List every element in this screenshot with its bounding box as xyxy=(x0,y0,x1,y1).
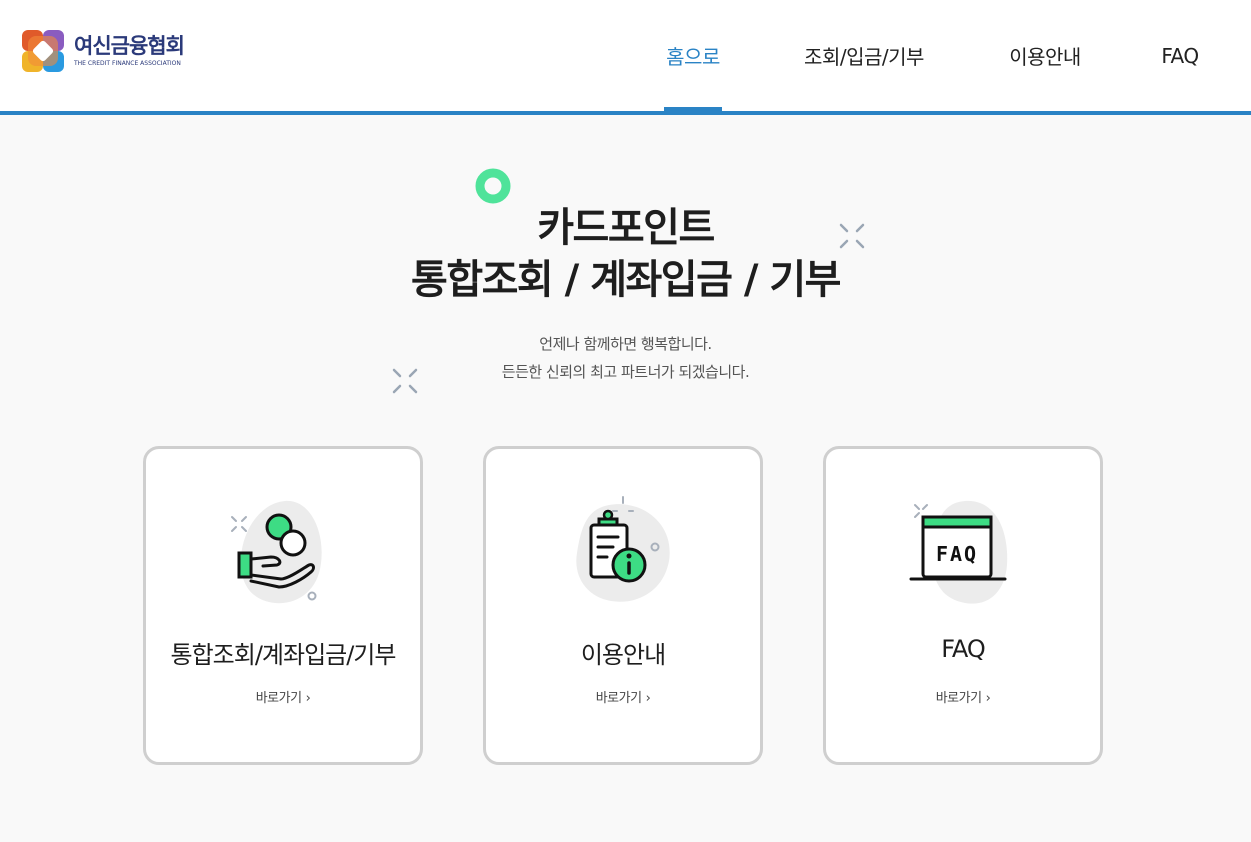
logo-subtitle: THE CREDIT FINANCE ASSOCIATION xyxy=(74,60,181,67)
coin-hand-icon xyxy=(231,500,322,604)
card-title: FAQ xyxy=(941,635,986,663)
faq-window-icon: FAQ xyxy=(909,500,1008,604)
header: 여신금융협회 THE CREDIT FINANCE ASSOCIATION 홈으… xyxy=(0,0,1251,115)
card-faq[interactable]: FAQ FAQ 바로가기 › xyxy=(823,446,1103,765)
logo-name: 여신금융협회 xyxy=(74,34,185,58)
chevron-right-icon: › xyxy=(645,691,651,706)
nav-faq[interactable]: FAQ xyxy=(1159,0,1201,111)
hero-title: 카드포인트 통합조회 / 계좌입금 / 기부 xyxy=(411,205,841,303)
logo[interactable]: 여신금융협회 THE CREDIT FINANCE ASSOCIATION xyxy=(22,30,185,72)
chevron-right-icon: › xyxy=(985,691,991,706)
svg-text:FAQ: FAQ xyxy=(936,542,978,566)
nav-home[interactable]: 홈으로 xyxy=(664,0,722,111)
hero-subtitle: 언제나 함께하면 행복합니다. 든든한 신뢰의 최고 파트너가 되겠습니다. xyxy=(501,335,750,381)
chevron-right-icon: › xyxy=(305,691,311,706)
shortcut-link[interactable]: 바로가기 › xyxy=(486,687,760,706)
shortcut-link[interactable]: 바로가기 › xyxy=(826,687,1100,706)
card-guide[interactable]: 이용안내 바로가기 › xyxy=(483,446,763,765)
clipboard-info-icon xyxy=(576,496,670,602)
shortcut-link[interactable]: 바로가기 › xyxy=(146,687,420,706)
nav-lookup-deposit-donate[interactable]: 조회/입금/기부 xyxy=(797,0,931,111)
logo-mark-icon xyxy=(22,30,64,72)
nav-guide[interactable]: 이용안내 xyxy=(1006,0,1084,111)
card-lookup-deposit-donate[interactable]: 통합조회/계좌입금/기부 바로가기 › xyxy=(143,446,423,765)
card-title: 이용안내 xyxy=(580,641,666,669)
green-ring-decoration xyxy=(475,168,511,204)
card-title: 통합조회/계좌입금/기부 xyxy=(170,641,397,669)
